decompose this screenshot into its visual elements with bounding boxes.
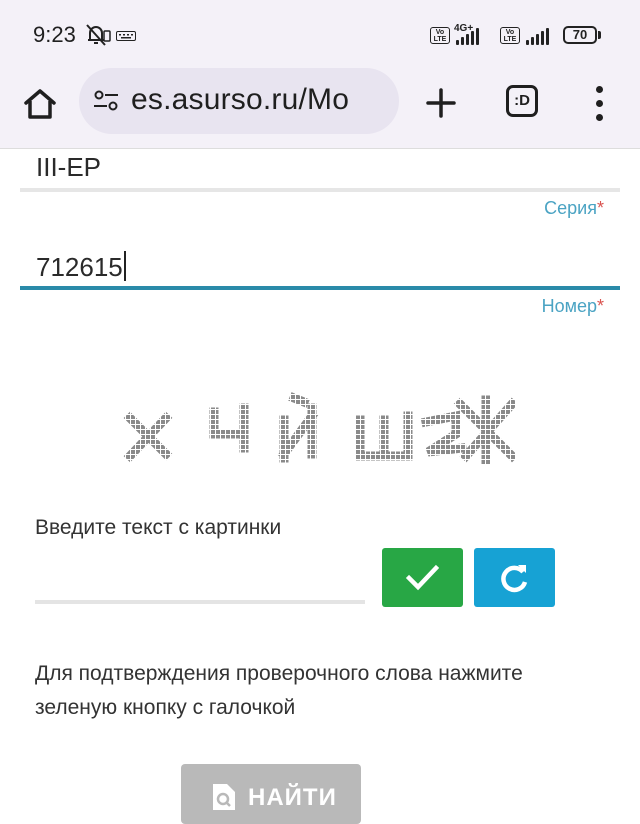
battery-icon: 70	[563, 26, 597, 44]
text-cursor	[123, 251, 126, 281]
browser-toolbar: es.asurso.ru/Mo :D	[0, 64, 640, 149]
battery-tip	[598, 31, 601, 39]
url-text: es.asurso.ru/Mo	[131, 83, 350, 116]
status-time: 9:23	[33, 22, 76, 47]
number-label: Номер*	[542, 296, 604, 317]
tab-switcher-button[interactable]: :D	[506, 85, 538, 117]
vibrate-icon	[103, 30, 111, 42]
confirm-captcha-button[interactable]	[382, 548, 463, 607]
captcha-prompt: Введите текст с картинки	[35, 516, 282, 539]
required-mark: *	[596, 198, 604, 218]
number-label-text: Номер	[541, 296, 597, 316]
document-search-icon	[213, 784, 235, 810]
required-mark: *	[596, 296, 604, 316]
captcha-image	[123, 392, 516, 465]
captcha-input[interactable]	[35, 560, 365, 604]
checkmark-icon	[406, 564, 439, 591]
series-label-text: Серия	[544, 198, 597, 218]
home-icon[interactable]	[20, 84, 60, 124]
refresh-captcha-button[interactable]	[474, 548, 555, 607]
volte-icon-2: Vo LTE	[500, 27, 520, 44]
number-value: 712615	[36, 252, 123, 282]
confirmation-hint: Для подтверждения проверочного слова наж…	[35, 662, 523, 719]
signal-strength-icon-2	[526, 27, 549, 45]
series-label: Серия*	[544, 198, 604, 219]
signal-strength-icon	[456, 27, 479, 45]
find-button-label: НАЙТИ	[248, 784, 337, 811]
address-bar[interactable]: es.asurso.ru/Mo	[79, 68, 399, 134]
site-settings-icon[interactable]	[93, 90, 119, 112]
status-bar: 9:23 Vo LTE 4G+ Vo LTE 70	[0, 0, 640, 64]
number-field[interactable]: 712615	[36, 251, 126, 283]
volte-icon: Vo LTE	[430, 27, 450, 44]
more-menu-icon[interactable]	[590, 84, 610, 124]
find-button[interactable]: НАЙТИ	[181, 764, 361, 824]
number-underline	[20, 286, 620, 290]
series-underline	[20, 188, 620, 192]
keyboard-icon	[116, 31, 136, 41]
refresh-icon	[501, 565, 528, 593]
series-field[interactable]: III-ЕР	[36, 152, 101, 183]
new-tab-icon[interactable]	[424, 86, 458, 120]
